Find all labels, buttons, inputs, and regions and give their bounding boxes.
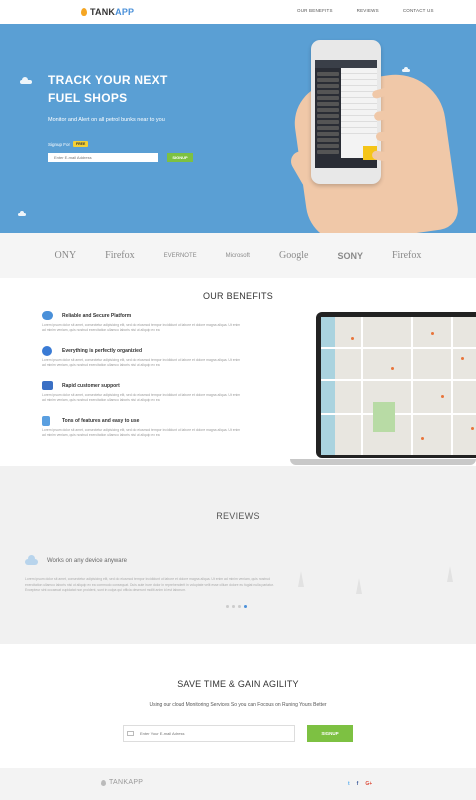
- cloud-decoration: [18, 211, 26, 216]
- sailboat-decoration: [447, 566, 453, 582]
- map-pin-icon: [461, 357, 464, 360]
- nav-link-contact[interactable]: CONTACT US: [403, 8, 434, 13]
- facebook-icon[interactable]: f: [357, 781, 359, 787]
- hero-title: TRACK YOUR NEXT FUEL SHOPS: [48, 73, 168, 105]
- nav-link-reviews[interactable]: REVIEWS: [357, 8, 379, 13]
- carousel-dot[interactable]: [238, 605, 241, 608]
- free-badge: FREE: [73, 141, 89, 147]
- footer: TANKAPP t f G+: [0, 768, 476, 800]
- hand-illustration: [376, 132, 404, 141]
- laptop-base: [290, 459, 476, 465]
- map-pin-icon: [441, 395, 444, 398]
- map-pin-icon: [471, 427, 474, 430]
- brand-logo: ONY: [54, 250, 77, 261]
- sailboat-decoration: [356, 578, 362, 594]
- laptop-illustration: [316, 312, 476, 458]
- carousel-dots: [226, 605, 247, 608]
- brand-logos-strip: ONY Firefox EVERNOTE Microsoft Google SO…: [0, 233, 476, 278]
- cloud-decoration: [20, 77, 32, 84]
- cta-subtitle: Using our cloud Monitoring Services So y…: [149, 702, 327, 708]
- cta-section: SAVE TIME & GAIN AGILITY Using our cloud…: [0, 644, 476, 768]
- logo[interactable]: TANKAPP: [81, 6, 134, 18]
- cloud-decoration: [402, 67, 410, 72]
- map-pin-icon: [391, 367, 394, 370]
- carousel-dot[interactable]: [226, 605, 229, 608]
- review-heading: Works on any device anyware: [47, 558, 127, 564]
- hero-signup-button[interactable]: SIGNUP: [167, 153, 193, 162]
- reviews-section: REVIEWS Works on any device anyware Lore…: [0, 466, 476, 644]
- map-screen: [321, 317, 476, 455]
- map-pin-icon: [431, 332, 434, 335]
- benefits-title: OUR BENEFITS: [202, 291, 274, 301]
- nav-links: OUR BENEFITS REVIEWS CONTACT US: [297, 8, 458, 13]
- hero-subtitle: Monitor and Alert on all petrol bunks ne…: [48, 117, 165, 123]
- brand-logo: EVERNOTE: [163, 252, 197, 259]
- brand-logo: Google: [278, 250, 309, 261]
- document-icon: [42, 416, 50, 426]
- carousel-dot-active[interactable]: [244, 605, 247, 608]
- brand-logo: Firefox: [391, 250, 422, 261]
- cta-email-input[interactable]: [123, 725, 295, 742]
- mail-icon: [127, 731, 134, 736]
- google-plus-icon[interactable]: G+: [365, 781, 372, 787]
- carousel-dot[interactable]: [232, 605, 235, 608]
- twitter-icon[interactable]: t: [348, 781, 350, 787]
- brand-logo: SONY: [337, 250, 363, 261]
- cloud-icon: [25, 555, 38, 565]
- cta-signup-button[interactable]: SIGNUP: [307, 725, 353, 742]
- brand-logo: Microsoft: [225, 252, 250, 259]
- map-pin-icon: [351, 337, 354, 340]
- cloud-upload-icon: [42, 311, 53, 320]
- hero-email-input[interactable]: [48, 153, 158, 162]
- review-text: Lorem ipsum dolor sit amet, consectetur …: [25, 577, 274, 592]
- reviews-title: REVIEWS: [216, 511, 260, 521]
- fuel-drop-icon: [81, 8, 87, 16]
- logo-text: TANKAPP: [90, 7, 135, 17]
- nav-link-benefits[interactable]: OUR BENEFITS: [297, 8, 333, 13]
- social-links: t f G+: [348, 781, 372, 787]
- phone-illustration: [311, 40, 381, 184]
- phone-screen: [315, 60, 377, 168]
- brand-logo: Firefox: [105, 250, 135, 261]
- fuel-drop-icon: [101, 779, 106, 786]
- footer-logo[interactable]: TANKAPP: [101, 779, 143, 786]
- signup-label: Signup For FREE: [48, 141, 89, 147]
- info-icon: [42, 346, 52, 356]
- map-pin-icon: [421, 437, 424, 440]
- cta-title: SAVE TIME & GAIN AGILITY: [177, 679, 299, 689]
- top-nav: TANKAPP OUR BENEFITS REVIEWS CONTACT US: [0, 0, 476, 24]
- benefits-section: OUR BENEFITS Reliable and Secure Platfor…: [0, 278, 476, 466]
- chat-icon: [42, 381, 53, 390]
- sailboat-decoration: [298, 571, 304, 587]
